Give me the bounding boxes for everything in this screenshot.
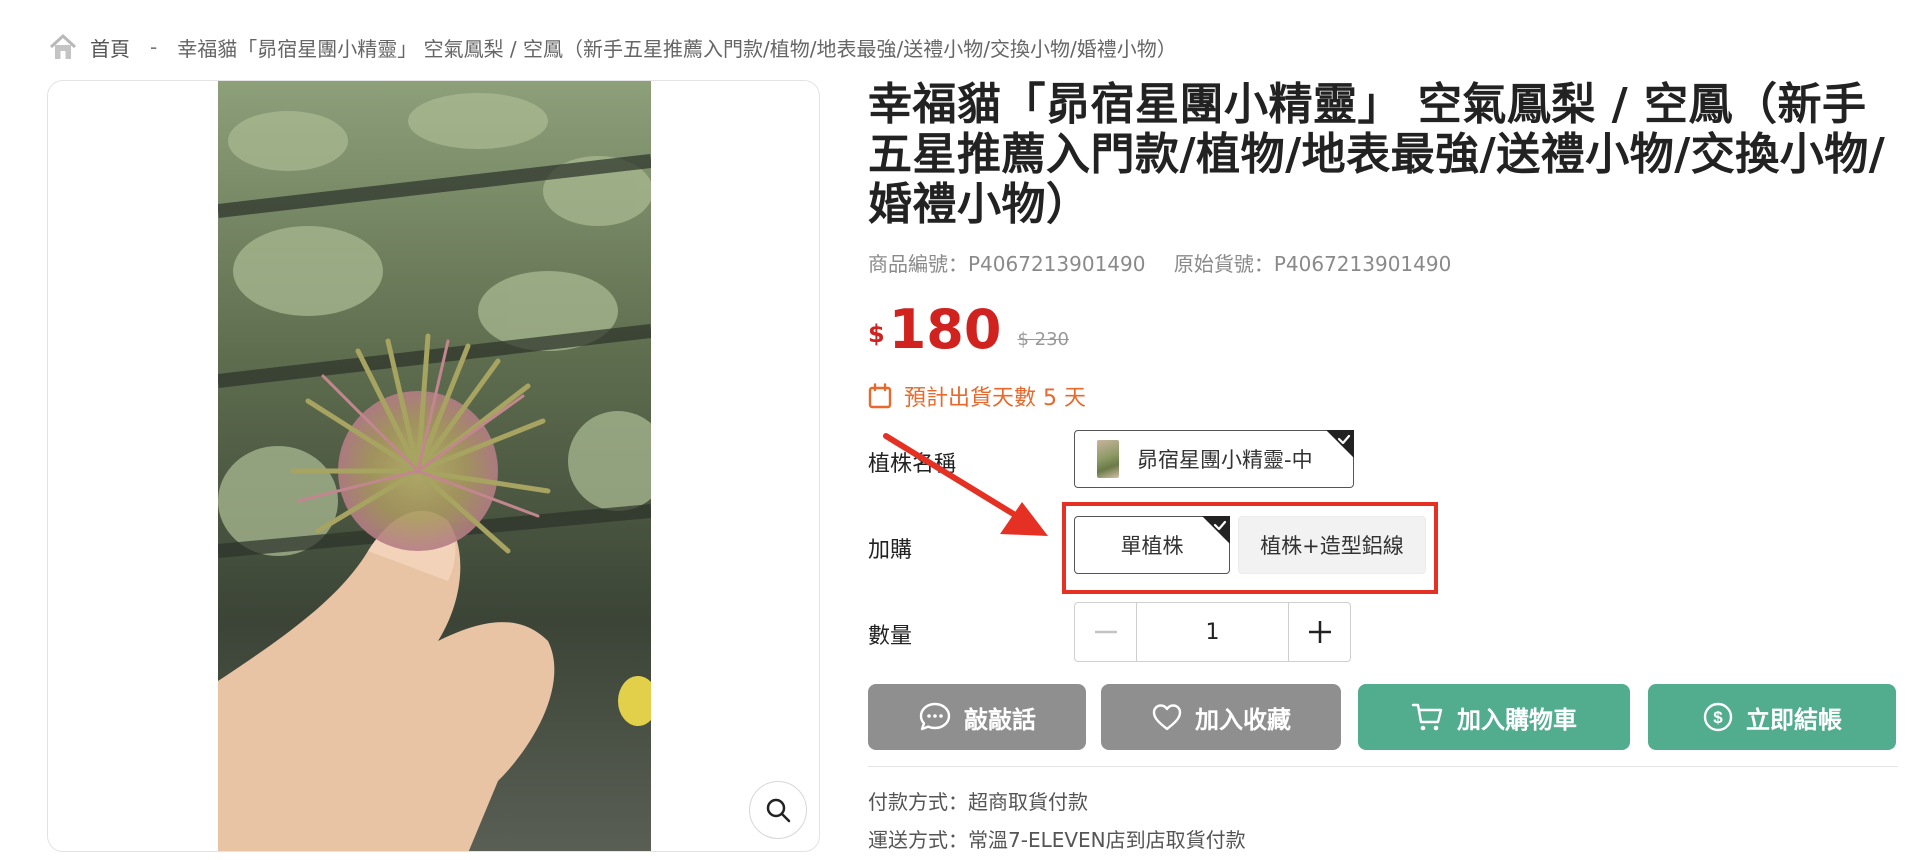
add-to-cart-button[interactable]: 加入購物車 <box>1358 684 1630 750</box>
favorite-button-label: 加入收藏 <box>1195 705 1291 734</box>
quantity-decrease-button[interactable] <box>1075 603 1137 661</box>
heart-icon <box>1152 704 1182 731</box>
product-info: 幸福貓「昴宿星團小精靈」 空氣鳳梨 / 空鳳（新手五星推薦入門款/植物/地表最強… <box>868 80 1898 277</box>
product-photo[interactable] <box>218 81 651 851</box>
magnifier-icon <box>766 798 791 823</box>
breadcrumb-separator: - <box>150 35 158 59</box>
plant-option-value: 昴宿星團小精靈-中 <box>1137 448 1313 472</box>
quantity-label: 數量 <box>868 624 913 649</box>
checkout-button[interactable]: $ 立即結帳 <box>1648 684 1896 750</box>
quantity-input[interactable]: 1 <box>1137 603 1288 661</box>
check-corner-icon <box>1326 430 1354 458</box>
original-price: $ 230 <box>1017 329 1069 350</box>
price-currency: $ <box>868 320 885 348</box>
ship-days: 預計出貨天數 5 天 <box>868 380 1086 412</box>
product-codes: 商品編號：P4067213901490 原始貨號：P4067213901490 <box>868 248 1898 277</box>
product-title: 幸福貓「昴宿星團小精靈」 空氣鳳梨 / 空鳳（新手五星推薦入門款/植物/地表最強… <box>868 79 1886 230</box>
dollar-circle-icon: $ <box>1703 702 1733 732</box>
original-item-number: 原始貨號：P4067213901490 <box>1173 252 1452 276</box>
annotation-highlight-box <box>1062 502 1438 594</box>
cart-icon <box>1411 703 1443 731</box>
sale-price: 180 <box>888 298 1002 361</box>
quantity-stepper: 1 <box>1074 602 1351 662</box>
product-gallery <box>47 80 820 852</box>
variant-thumbnail <box>1097 440 1119 478</box>
plus-icon <box>1308 621 1331 643</box>
shipping-method: 運送方式：常溫7-ELEVEN店到店取貨付款 <box>868 828 1246 852</box>
ship-days-text: 預計出貨天數 5 天 <box>904 386 1086 411</box>
favorite-button[interactable]: 加入收藏 <box>1101 684 1341 750</box>
item-number: 商品編號：P4067213901490 <box>868 252 1146 276</box>
breadcrumb: 首頁 - 幸福貓「昴宿星團小精靈」 空氣鳳梨 / 空鳳（新手五星推薦入門款/植物… <box>48 30 1177 64</box>
minus-icon <box>1094 630 1117 634</box>
quantity-increase-button[interactable] <box>1288 603 1350 661</box>
breadcrumb-home-link[interactable]: 首頁 <box>90 33 130 62</box>
plant-option-button[interactable]: 昴宿星團小精靈-中 <box>1074 430 1354 488</box>
zoom-button[interactable] <box>749 781 807 839</box>
breadcrumb-current: 幸福貓「昴宿星團小精靈」 空氣鳳梨 / 空鳳（新手五星推薦入門款/植物/地表最強… <box>177 36 1177 61</box>
calendar-icon <box>868 383 892 409</box>
chat-button[interactable]: 敲敲話 <box>868 684 1086 750</box>
price-row: $ 180 $ 230 <box>868 300 1069 360</box>
checkout-label: 立即結帳 <box>1746 705 1842 734</box>
chat-bubble-icon <box>919 702 951 731</box>
svg-text:$: $ <box>1713 708 1723 727</box>
home-icon[interactable] <box>48 33 78 61</box>
chat-button-label: 敲敲話 <box>964 705 1036 734</box>
payment-method: 付款方式：超商取貨付款 <box>868 790 1088 814</box>
add-to-cart-label: 加入購物車 <box>1457 705 1577 734</box>
divider <box>868 766 1898 767</box>
annotation-arrow <box>883 433 1048 536</box>
